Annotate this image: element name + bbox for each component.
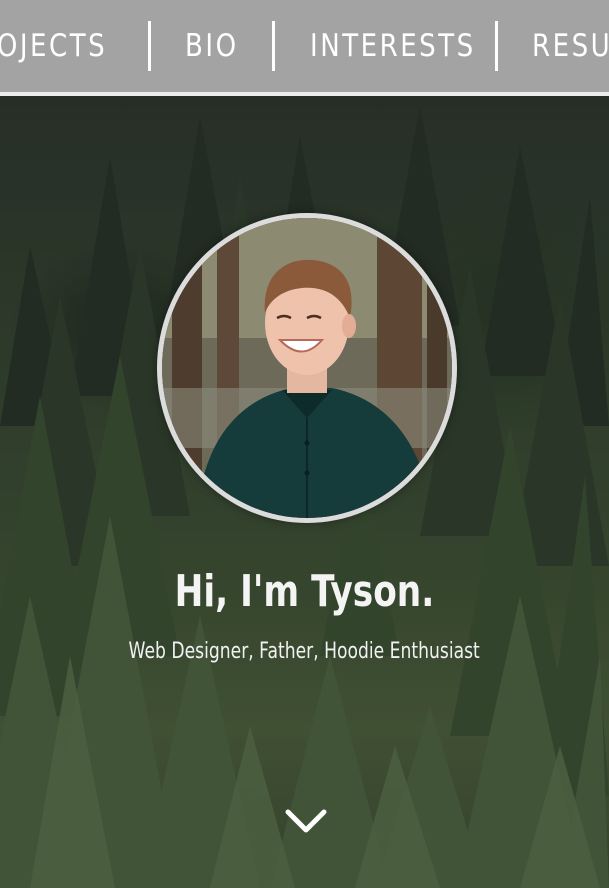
hero-headline-text: Hi, I'm Tyson. [174,566,435,617]
profile-photo [162,218,452,518]
nav-link-resume[interactable]: RESUME [532,28,609,64]
nav-cell-bio: BIO [151,0,272,92]
hero-section: Hi, I'm Tyson. Web Designer, Father, Hoo… [0,96,609,888]
nav-cell-resume: RESUME [498,0,609,92]
nav-link-projects[interactable]: PROJECTS [0,28,107,64]
nav-cell-interests: INTERESTS [275,0,495,92]
hero-tagline-text: Web Designer, Father, Hoodie Enthusiast [128,639,481,664]
top-navigation: PROJECTS BIO INTERESTS RESUME [0,0,609,92]
chevron-down-icon [285,809,327,833]
profile-avatar [157,213,457,523]
nav-row: PROJECTS BIO INTERESTS RESUME [0,0,609,92]
nav-cell-projects: PROJECTS [0,0,148,92]
nav-link-bio[interactable]: BIO [185,28,239,64]
hero-headline: Hi, I'm Tyson. [0,566,609,617]
nav-link-interests[interactable]: INTERESTS [310,28,476,64]
scroll-down-button[interactable] [284,806,328,836]
hero-tagline: Web Designer, Father, Hoodie Enthusiast [0,639,609,664]
